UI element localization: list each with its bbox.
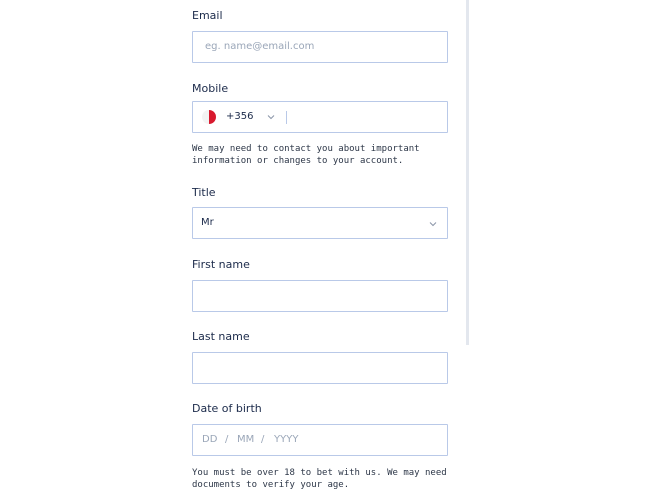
last-name-label: Last name xyxy=(192,330,250,343)
country-code[interactable]: +356 xyxy=(226,111,253,122)
dob-year[interactable]: YYYY xyxy=(274,434,298,445)
email-label: Email xyxy=(192,9,223,22)
chevron-down-icon[interactable] xyxy=(267,113,275,121)
mobile-helper-text: We may need to contact you about importa… xyxy=(192,144,420,166)
dob-label: Date of birth xyxy=(192,402,262,415)
title-select[interactable]: Mr xyxy=(192,207,448,239)
last-name-field[interactable] xyxy=(192,352,448,384)
email-placeholder: eg. name@email.com xyxy=(205,41,315,52)
dob-month[interactable]: MM xyxy=(237,434,254,445)
mobile-field[interactable]: +356 xyxy=(192,101,448,133)
title-label: Title xyxy=(192,186,216,199)
dob-sep-1: / xyxy=(225,434,229,445)
chevron-down-icon[interactable] xyxy=(429,220,437,228)
mobile-label: Mobile xyxy=(192,82,229,95)
dob-field[interactable]: DD / MM / YYYY xyxy=(192,424,448,456)
text-caret xyxy=(286,111,287,124)
first-name-field[interactable] xyxy=(192,280,448,312)
dob-day[interactable]: DD xyxy=(202,434,217,445)
first-name-label: First name xyxy=(192,258,250,271)
title-selected-value: Mr xyxy=(201,217,214,228)
dob-sep-2: / xyxy=(261,434,265,445)
malta-flag-icon xyxy=(202,110,216,124)
scrollbar[interactable] xyxy=(466,0,469,345)
dob-helper-text: You must be over 18 to bet with us. We m… xyxy=(192,468,447,490)
email-field[interactable]: eg. name@email.com xyxy=(192,31,448,63)
